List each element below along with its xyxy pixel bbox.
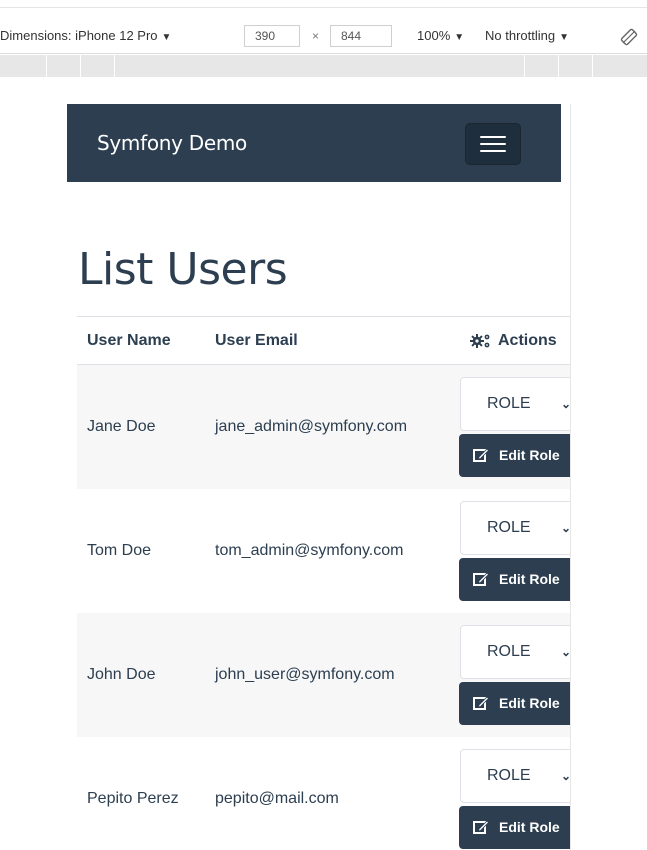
role-select[interactable]: ROLE ⌄ <box>460 501 571 555</box>
table-row: Jane Doe jane_admin@symfony.com ROLE ⌄ E… <box>77 365 571 489</box>
zoom-label: 100% <box>417 28 451 43</box>
header-actions: Actions <box>470 317 557 365</box>
edit-icon <box>473 696 489 710</box>
role-select[interactable]: ROLE ⌄ <box>460 377 571 431</box>
role-select[interactable]: ROLE ⌄ <box>460 625 571 679</box>
dimension-times-sign: × <box>312 29 320 43</box>
edit-role-button[interactable]: Edit Role <box>459 682 570 725</box>
users-table: User Name User Email Actions Jane Doe ja… <box>77 316 571 850</box>
device-dimensions-label: Dimensions: iPhone 12 Pro <box>0 28 158 43</box>
cell-user-name: Tom Doe <box>87 542 152 559</box>
dropdown-caret-icon: ▼ <box>559 32 569 43</box>
chevron-down-icon: ⌄ <box>561 397 571 411</box>
devtools-top-strip <box>0 0 647 8</box>
header-user-email: User Email <box>215 332 298 349</box>
media-query-ruler <box>0 55 647 77</box>
header-actions-label: Actions <box>498 332 557 349</box>
role-select-value: ROLE <box>487 643 531 660</box>
table-row: Tom Doe tom_admin@symfony.com ROLE ⌄ Edi… <box>77 489 571 613</box>
table-row: John Doe john_user@symfony.com ROLE ⌄ Ed… <box>77 613 571 737</box>
edit-role-label: Edit Role <box>499 447 560 463</box>
cell-user-name: Jane Doe <box>87 418 156 435</box>
role-select[interactable]: ROLE ⌄ <box>460 749 571 803</box>
device-viewport: Symfony Demo List Users User Name User E… <box>67 104 571 850</box>
chevron-down-icon: ⌄ <box>561 645 571 659</box>
edit-role-label: Edit Role <box>499 819 560 835</box>
dropdown-caret-icon: ▼ <box>454 32 465 43</box>
device-dimensions-dropdown[interactable]: Dimensions: iPhone 12 Pro ▼ <box>0 18 171 54</box>
cell-user-email: pepito@mail.com <box>215 790 339 807</box>
navbar-brand[interactable]: Symfony Demo <box>97 104 247 182</box>
edit-role-label: Edit Role <box>499 571 560 587</box>
edit-role-button[interactable]: Edit Role <box>459 558 570 601</box>
cell-user-name: John Doe <box>87 666 156 683</box>
cell-user-name: Pepito Perez <box>87 790 179 807</box>
viewport-width-input[interactable]: 390 <box>244 25 300 47</box>
chevron-down-icon: ⌄ <box>561 769 571 783</box>
device-toolbar: Dimensions: iPhone 12 Pro ▼ 390 × 844 100… <box>0 18 647 54</box>
throttling-label: No throttling <box>485 28 556 43</box>
edit-role-label: Edit Role <box>499 695 560 711</box>
viewport-height-input[interactable]: 844 <box>330 25 392 47</box>
cell-user-email: john_user@symfony.com <box>215 666 395 683</box>
devtools-device-toolbar: Dimensions: iPhone 12 Pro ▼ 390 × 844 100… <box>0 0 647 80</box>
rotate-icon[interactable] <box>620 18 638 54</box>
cell-user-email: tom_admin@symfony.com <box>215 542 404 559</box>
table-header: User Name User Email Actions <box>77 317 570 365</box>
throttling-dropdown[interactable]: No throttling ▼ <box>485 18 569 54</box>
table-row: Pepito Perez pepito@mail.com ROLE ⌄ Edit… <box>77 737 571 850</box>
edit-icon <box>473 448 489 462</box>
edit-role-button[interactable]: Edit Role <box>459 434 570 477</box>
zoom-dropdown[interactable]: 100% ▼ <box>417 18 464 54</box>
edit-icon <box>473 820 489 834</box>
cell-user-email: jane_admin@symfony.com <box>215 418 408 435</box>
role-select-value: ROLE <box>487 395 531 412</box>
role-select-value: ROLE <box>487 767 531 784</box>
header-user-name: User Name <box>87 332 171 349</box>
edit-role-button[interactable]: Edit Role <box>459 806 570 849</box>
page-title: List Users <box>78 244 288 295</box>
navbar: Symfony Demo <box>67 104 561 182</box>
hamburger-icon[interactable] <box>465 123 521 165</box>
edit-icon <box>473 572 489 586</box>
dropdown-caret-icon: ▼ <box>161 32 172 43</box>
chevron-down-icon: ⌄ <box>561 521 571 535</box>
role-select-value: ROLE <box>487 519 531 536</box>
gears-icon <box>470 333 490 348</box>
